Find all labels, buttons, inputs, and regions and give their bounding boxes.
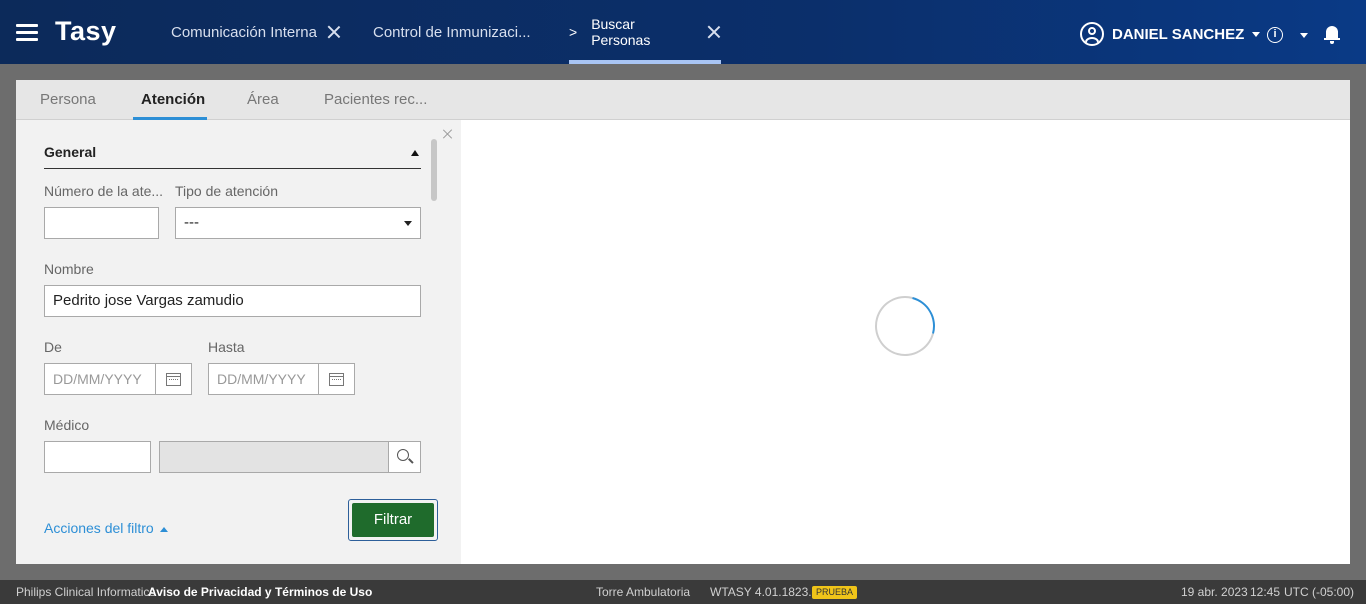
tab-label: Buscar Personas	[591, 16, 651, 48]
de-label: De	[44, 339, 62, 355]
numero-atencion-label: Número de la ate...	[44, 183, 164, 199]
tab-atencion[interactable]: Atención	[133, 80, 207, 120]
close-icon[interactable]	[327, 25, 341, 39]
active-tab-indicator	[569, 60, 721, 64]
app-logo: Tasy	[55, 16, 117, 46]
calendar-icon[interactable]	[155, 364, 191, 394]
date: 19 abr. 2023	[1181, 585, 1248, 599]
environment-badge: PRUEBA	[812, 586, 858, 599]
close-icon[interactable]	[442, 128, 454, 140]
tab-persona[interactable]: Persona	[32, 80, 104, 120]
filter-button[interactable]: Filtrar	[352, 503, 434, 537]
filter-actions-link[interactable]: Acciones del filtro	[44, 520, 168, 536]
nombre-input[interactable]: Pedrito jose Vargas zamudio	[44, 285, 421, 317]
version: WTASY 4.01.1823.14	[710, 585, 825, 599]
hasta-label: Hasta	[208, 339, 245, 355]
chevron-up-icon	[159, 526, 168, 532]
filter-button-focus: Filtrar	[348, 499, 438, 541]
loading-spinner-icon	[864, 285, 946, 367]
close-icon[interactable]	[707, 25, 721, 39]
top-header: Tasy Comunicación Interna Control de Inm…	[0, 0, 1366, 64]
search-tabs: Persona Atención Área Pacientes rec...	[16, 80, 1350, 120]
results-area	[461, 120, 1350, 564]
user-name: DANIEL SANCHEZ	[1112, 25, 1245, 43]
search-person-icon[interactable]	[388, 442, 420, 472]
chevron-down-icon[interactable]	[1300, 33, 1308, 38]
timezone: UTC (-05:00)	[1284, 585, 1355, 599]
user-menu[interactable]: DANIEL SANCHEZ	[1080, 22, 1261, 46]
tab-area[interactable]: Área	[239, 80, 287, 120]
tipo-atencion-select[interactable]: ---	[175, 207, 421, 239]
tab-buscar-personas[interactable]: > Buscar Personas	[569, 0, 721, 64]
nombre-label: Nombre	[44, 261, 94, 277]
calendar-icon[interactable]	[318, 364, 354, 394]
menu-icon[interactable]	[16, 24, 38, 42]
medico-label: Médico	[44, 417, 90, 433]
tab-comunicacion-interna[interactable]: Comunicación Interna	[171, 0, 341, 64]
main-panel: Persona Atención Área Pacientes rec... G…	[16, 80, 1350, 564]
numero-atencion-input[interactable]	[44, 207, 159, 239]
time: 12:45	[1250, 585, 1281, 599]
tab-pacientes-recientes[interactable]: Pacientes rec...	[316, 80, 435, 120]
bell-icon[interactable]	[1324, 26, 1340, 44]
status-bar: Philips Clinical Informatics Aviso de Pr…	[0, 580, 1366, 604]
chevron-right-icon: >	[569, 24, 578, 40]
chevron-down-icon	[1252, 31, 1261, 37]
user-avatar-icon	[1080, 22, 1104, 46]
medico-code-input[interactable]	[44, 441, 151, 473]
tab-control-inmunizacion[interactable]: Control de Inmunizaci...	[373, 0, 531, 64]
tab-label: Comunicación Interna	[171, 23, 317, 41]
hasta-date-input[interactable]: DD/MM/YYYY	[208, 363, 355, 395]
de-date-input[interactable]: DD/MM/YYYY	[44, 363, 192, 395]
chevron-down-icon	[404, 221, 412, 226]
collapse-up-icon[interactable]	[411, 150, 419, 156]
section-general[interactable]: General	[44, 144, 421, 169]
company-name: Philips Clinical Informatics	[16, 585, 156, 599]
location: Torre Ambulatoria	[596, 585, 691, 599]
scrollbar[interactable]	[431, 139, 437, 201]
medico-name-field	[159, 441, 421, 473]
info-icon[interactable]: i	[1267, 27, 1283, 43]
filter-panel: General Número de la ate... Tipo de aten…	[16, 120, 461, 564]
privacy-link[interactable]: Aviso de Privacidad y Términos de Uso	[148, 580, 372, 604]
tipo-atencion-label: Tipo de atención	[175, 183, 278, 199]
tab-label: Control de Inmunizaci...	[373, 23, 531, 41]
